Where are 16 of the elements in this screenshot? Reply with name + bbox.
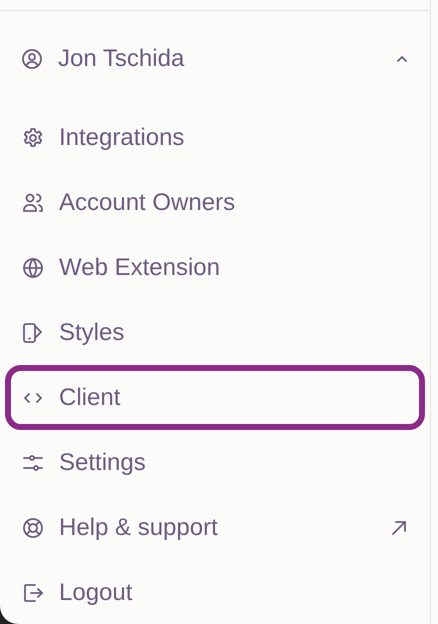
menu-item[interactable]: Styles [5,300,425,365]
device-icon [21,320,45,344]
menu-item[interactable]: Settings [5,430,425,495]
user-icon [20,46,44,70]
users-icon [21,190,45,214]
menu-item[interactable]: Account Owners [5,170,425,235]
menu-item[interactable]: Logout [5,560,425,624]
menu-item[interactable]: Client [5,365,425,430]
menu-item[interactable]: Help & support [5,495,425,560]
globe-icon [21,256,45,280]
account-name: Jon Tschida [58,44,186,74]
lifebuoy-icon [21,516,45,540]
gear-icon [21,126,45,150]
account-header[interactable]: Jon Tschida [5,26,425,91]
menu-item[interactable]: Web Extension [5,235,425,300]
menu-item[interactable]: Integrations [5,105,425,170]
